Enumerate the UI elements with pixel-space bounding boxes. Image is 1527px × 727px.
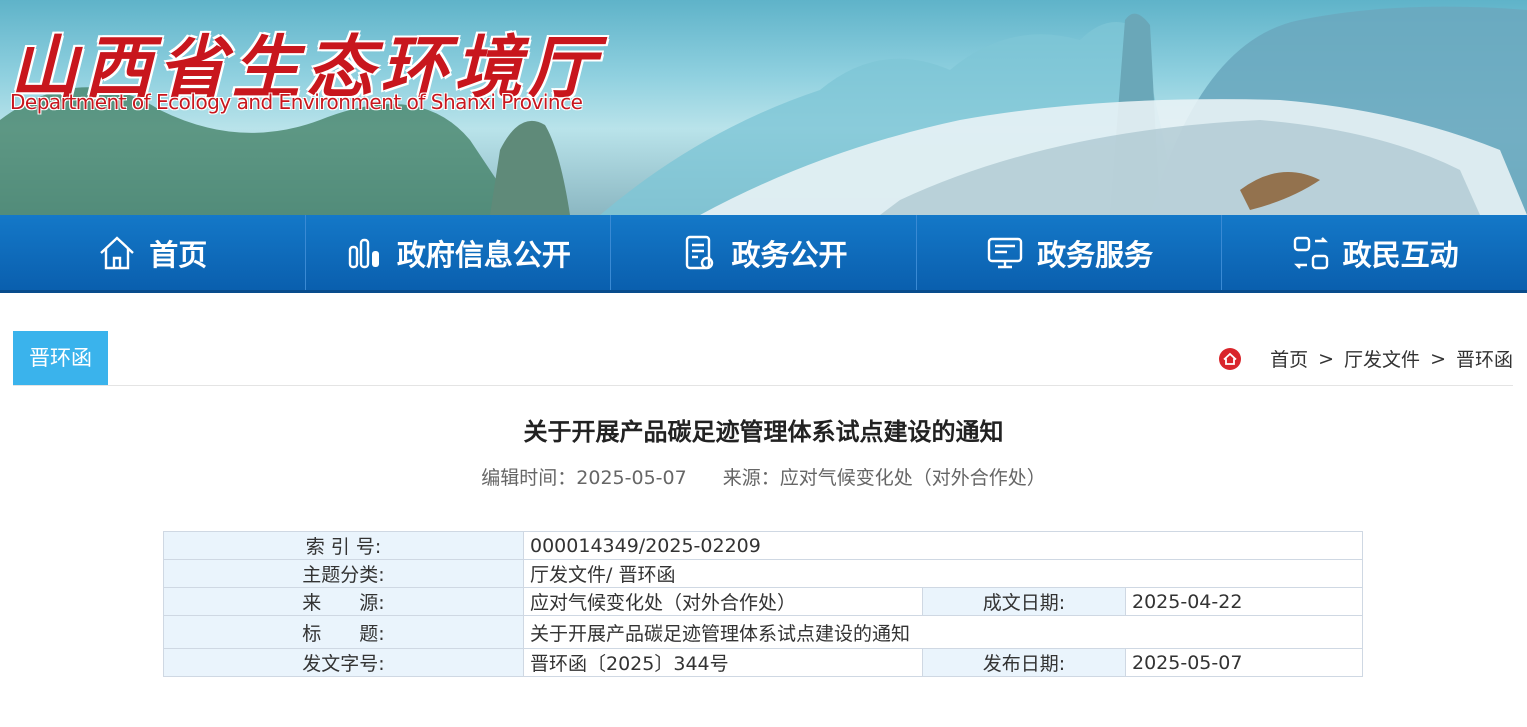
edit-time: 编辑时间：2025-05-07 (481, 467, 687, 489)
table-row: 索 引 号: 000014349/2025-02209 (163, 531, 1363, 560)
doc-number-value: 晋环函〔2025〕344号 (523, 648, 923, 677)
source-label: 来 源: (163, 587, 524, 616)
index-label: 索 引 号: (163, 531, 524, 560)
created-date-label: 成文日期: (922, 587, 1126, 616)
topic-label: 主题分类: (163, 559, 524, 588)
home-icon (1219, 347, 1242, 370)
main-nav: 首页 政府信息公开 政务公开 政务服务 政民互动 (0, 215, 1527, 293)
article-source: 来源：应对气候变化处（对外合作处） (722, 467, 1046, 489)
table-row: 标 题: 关于开展产品碳足迹管理体系试点建设的通知 (163, 615, 1363, 649)
nav-label-home: 首页 (149, 237, 208, 272)
article-meta: 编辑时间：2025-05-07 来源：应对气候变化处（对外合作处） (0, 463, 1527, 490)
document-icon (686, 235, 714, 269)
table-row: 主题分类: 厅发文件/ 晋环函 (163, 559, 1363, 588)
nav-label-affairs: 政务公开 (731, 237, 848, 272)
breadcrumb-docs[interactable]: 厅发文件 (1344, 345, 1420, 372)
nav-item-interaction[interactable]: 政民互动 (1222, 215, 1527, 290)
source-value: 应对气候变化处（对外合作处） (523, 587, 923, 616)
section-header: 晋环函 首页 > 厅发文件 > 晋环函 (13, 331, 1513, 386)
publish-date-label: 发布日期: (922, 648, 1126, 677)
topic-value: 厅发文件/ 晋环函 (523, 559, 1363, 588)
created-date-value: 2025-04-22 (1125, 587, 1363, 616)
title-value: 关于开展产品碳足迹管理体系试点建设的通知 (523, 615, 1363, 649)
nav-item-services[interactable]: 政务服务 (917, 215, 1223, 290)
table-row: 来 源: 应对气候变化处（对外合作处） 成文日期: 2025-04-22 (163, 587, 1363, 616)
nav-item-affairs[interactable]: 政务公开 (611, 215, 917, 290)
article-title: 关于开展产品碳足迹管理体系试点建设的通知 (523, 418, 1004, 446)
nav-label-interaction: 政民互动 (1342, 237, 1459, 272)
nav-label-gov-info: 政府信息公开 (396, 237, 571, 272)
publish-date-value: 2025-05-07 (1125, 648, 1363, 677)
breadcrumb: 首页 > 厅发文件 > 晋环函 (1218, 345, 1513, 372)
site-subtitle: Department of Ecology and Environment of… (10, 90, 583, 114)
document-info-table: 索 引 号: 000014349/2025-02209 主题分类: 厅发文件/ … (163, 531, 1363, 677)
nav-item-home[interactable]: 首页 (0, 215, 306, 290)
nav-item-gov-info[interactable]: 政府信息公开 (306, 215, 612, 290)
table-row: 发文字号: 晋环函〔2025〕344号 发布日期: 2025-05-07 (163, 648, 1363, 677)
breadcrumb-separator: > (1318, 347, 1335, 370)
breadcrumb-home[interactable]: 首页 (1270, 345, 1308, 372)
nav-label-services: 政务服务 (1037, 237, 1154, 272)
interaction-icon (1293, 236, 1328, 269)
monitor-icon (987, 237, 1023, 268)
index-value: 000014349/2025-02209 (523, 531, 1363, 560)
section-tag: 晋环函 (13, 331, 108, 385)
title-label: 标 题: (163, 615, 524, 649)
breadcrumb-separator: > (1430, 347, 1446, 370)
doc-number-label: 发文字号: (163, 648, 524, 677)
home-icon (100, 235, 135, 269)
info-bars-icon (348, 238, 379, 268)
header-banner: 山西省生态环境厅 Department of Ecology and Envir… (0, 0, 1527, 215)
breadcrumb-current[interactable]: 晋环函 (1456, 345, 1513, 372)
